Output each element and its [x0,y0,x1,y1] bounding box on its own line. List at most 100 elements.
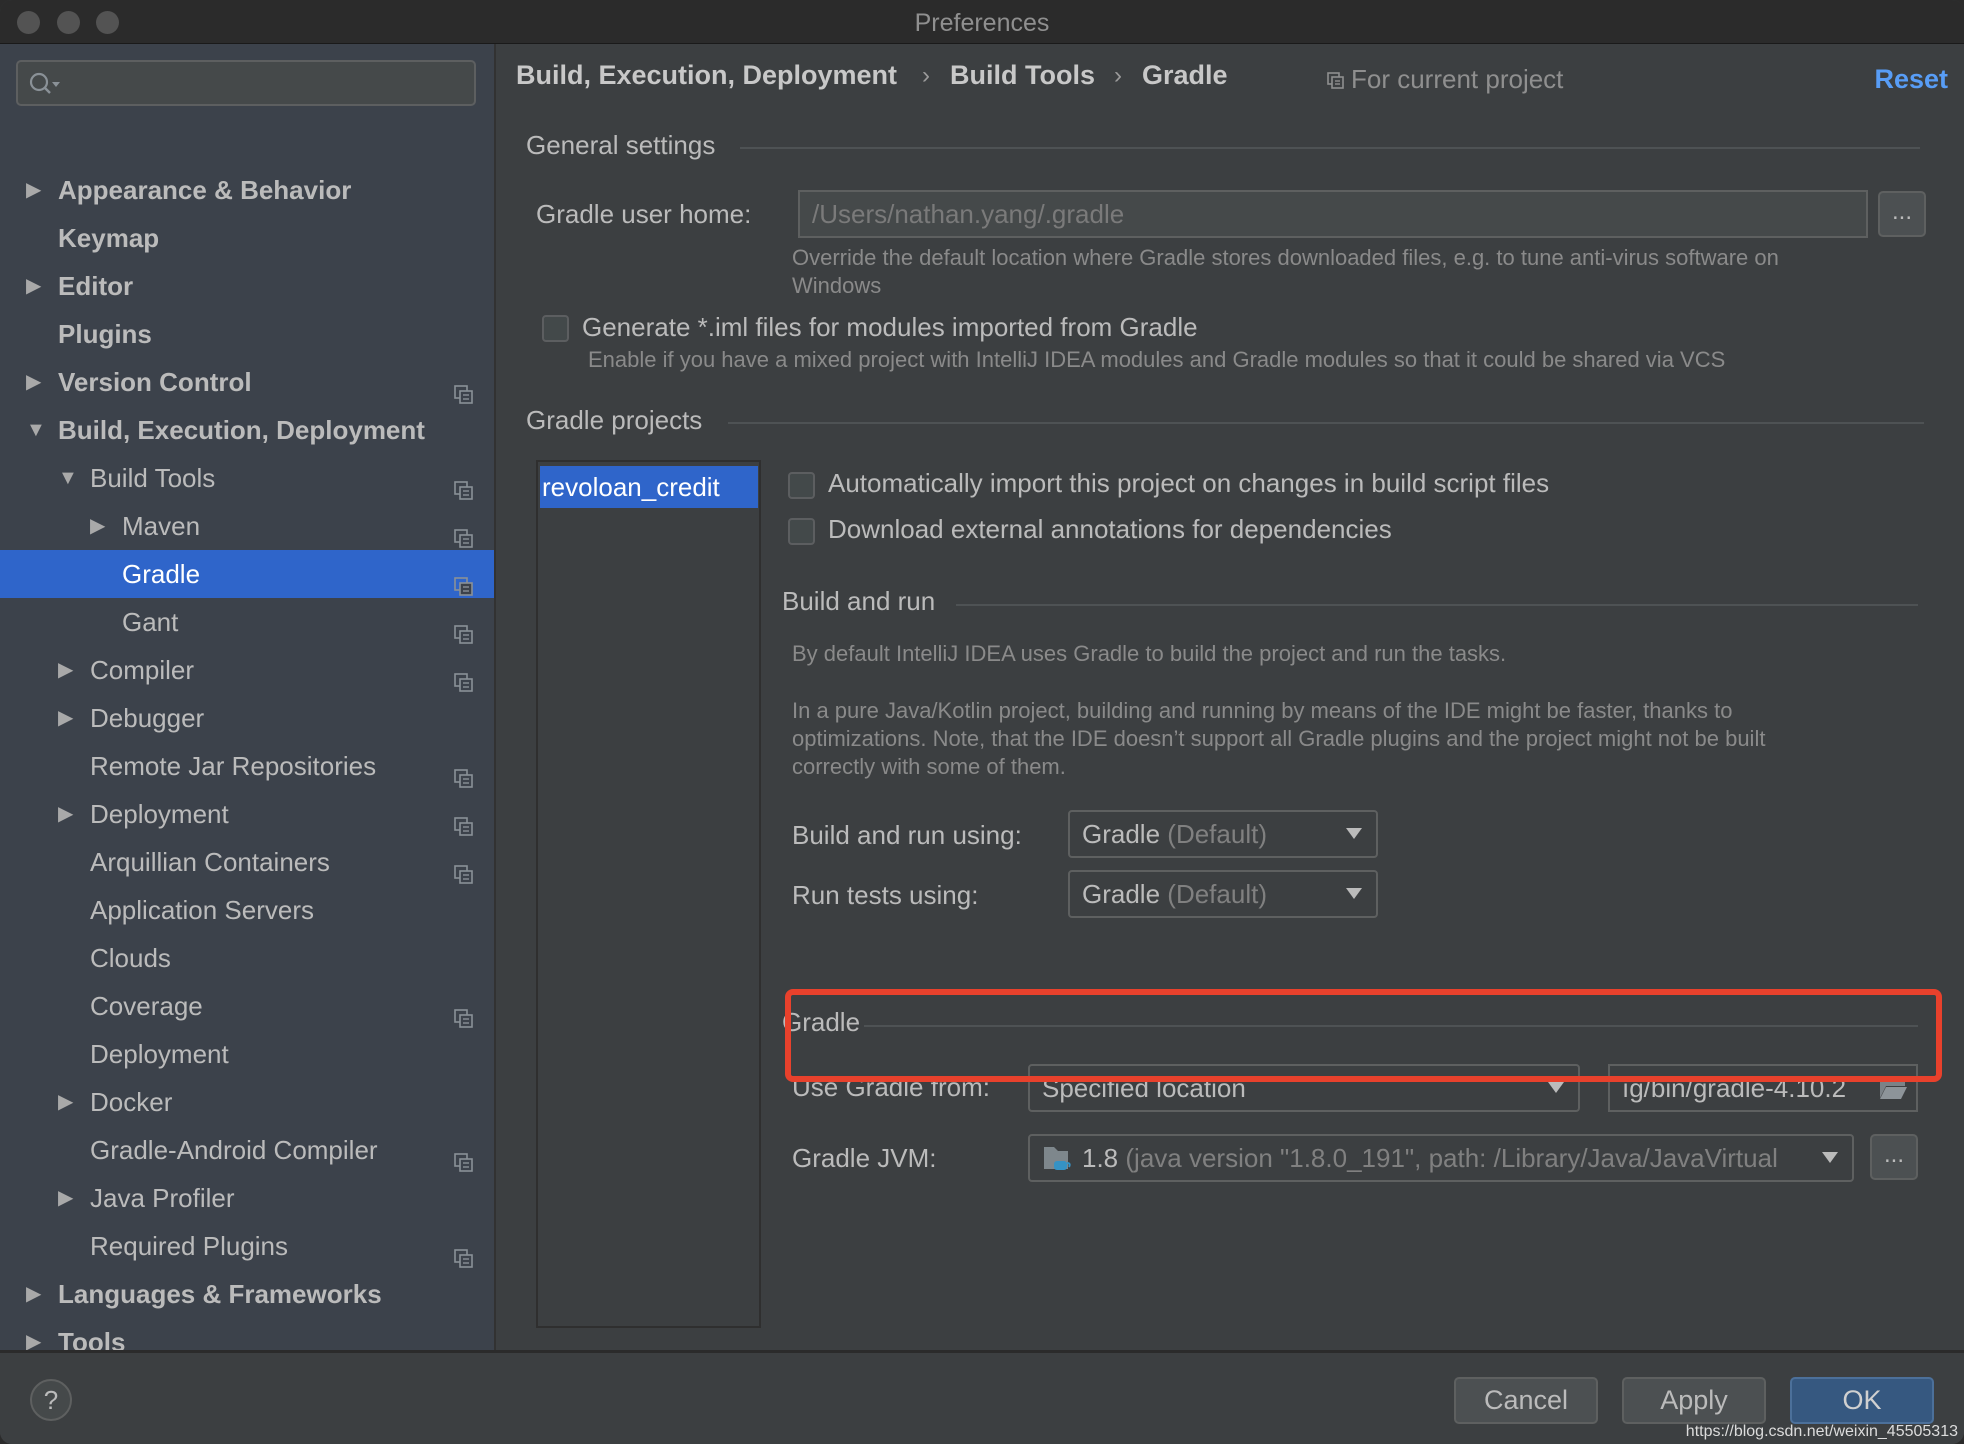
expand-arrow-right-icon[interactable]: ▶ [58,790,73,838]
expand-arrow-down-icon[interactable]: ▼ [58,454,78,502]
project-scope-icon [454,1236,474,1268]
search-input[interactable] [16,60,476,106]
sidebar-item-build-tools[interactable]: ▼ Build Tools [0,454,494,502]
sidebar-item-label: Clouds [90,943,171,973]
sidebar-item-keymap[interactable]: Keymap [0,214,494,262]
cancel-button[interactable]: Cancel [1454,1377,1598,1424]
breadcrumb-item[interactable]: Build, Execution, Deployment [516,60,897,91]
gradle-jvm-label: Gradle JVM: [792,1143,937,1173]
sidebar-item-gradle[interactable]: Gradle [0,550,494,598]
section-divider [728,422,1924,424]
expand-arrow-right-icon[interactable]: ▶ [58,646,73,694]
breadcrumb-item[interactable]: Build Tools [950,60,1095,91]
sidebar: ▶ Appearance & Behavior Keymap ▶ Editor Plugi… [0,44,496,1350]
chevron-down-icon [1346,888,1362,899]
sidebar-item-languages-frameworks[interactable]: ▶ Languages & Frameworks [0,1270,494,1318]
sidebar-item-label: Debugger [90,703,205,733]
download-annotations-label[interactable]: Download external annotations for depend… [828,514,1392,545]
preferences-window: Preferences ▶ Appearance & Behavior Keymap… [0,0,1964,1444]
sidebar-item-gant[interactable]: Gant [0,598,494,646]
help-button[interactable]: ? [30,1379,72,1421]
browse-user-home-button[interactable]: ... [1878,191,1926,237]
sidebar-item-gradle-android-compiler[interactable]: Gradle-Android Compiler [0,1126,494,1174]
expand-arrow-right-icon[interactable]: ▶ [26,1318,41,1350]
window-title: Preferences [914,9,1050,37]
apply-button[interactable]: Apply [1622,1377,1766,1424]
sidebar-item-plugins[interactable]: Plugins [0,310,494,358]
sidebar-item-label: Deployment [90,799,229,829]
expand-arrow-right-icon[interactable]: ▶ [26,358,41,406]
gradle-jvm-dropdown[interactable]: 1.8 (java version "1.8.0_191", path: /Li… [1028,1134,1854,1182]
scope-label: For current project [1351,64,1564,94]
expand-arrow-down-icon[interactable]: ▼ [26,406,46,454]
scope-indicator: For current project [1327,64,1563,95]
sidebar-item-arquillian-containers[interactable]: Arquillian Containers [0,838,494,886]
reset-link[interactable]: Reset [1874,64,1948,95]
gradle-user-home-input[interactable]: /Users/nathan.yang/.gradle [798,190,1868,238]
title-bar: Preferences [0,0,1964,44]
sidebar-item-required-plugins[interactable]: Required Plugins [0,1222,494,1270]
sidebar-item-version-control[interactable]: ▶ Version Control [0,358,494,406]
sidebar-item-tools[interactable]: ▶ Tools [0,1318,494,1350]
sidebar-item-deployment[interactable]: ▶ Deployment [0,790,494,838]
auto-import-checkbox[interactable] [788,472,815,499]
chevron-down-icon [1548,1082,1564,1093]
project-list-item-selected[interactable]: revoloan_credit [540,466,758,508]
settings-panel: Build, Execution, Deployment › Build Too… [496,44,1964,1350]
expand-arrow-right-icon[interactable]: ▶ [58,1174,73,1222]
gradle-projects-list: revoloan_credit [536,460,761,1328]
expand-arrow-right-icon[interactable]: ▶ [58,1078,73,1126]
sidebar-item-build-execution-deployment[interactable]: ▼ Build, Execution, Deployment [0,406,494,454]
section-build-and-run: Build and run [782,586,936,616]
sidebar-item-label: Compiler [90,655,195,685]
generate-iml-checkbox[interactable] [542,315,569,342]
search-icon [29,72,60,94]
download-annotations-checkbox[interactable] [788,518,815,545]
sidebar-item-maven[interactable]: ▶ Maven [0,502,494,550]
project-scope-icon [454,372,474,404]
sidebar-item-label: Gradle [122,559,201,589]
ok-button[interactable]: OK [1790,1377,1934,1424]
expand-arrow-right-icon[interactable]: ▶ [58,694,73,742]
sidebar-item-debugger[interactable]: ▶ Debugger [0,694,494,742]
section-gradle-projects: Gradle projects [526,405,703,435]
sidebar-item-docker[interactable]: ▶ Docker [0,1078,494,1126]
run-tests-using-dropdown[interactable]: Gradle (Default) [1068,870,1378,918]
sidebar-item-application-servers[interactable]: Application Servers [0,886,494,934]
expand-arrow-right-icon[interactable]: ▶ [90,502,105,550]
build-run-hint-2: In a pure Java/Kotlin project, building … [792,698,1733,723]
highlight-annotation [785,989,1942,1082]
breadcrumb-item-current: Gradle [1142,60,1228,90]
sidebar-item-coverage[interactable]: Coverage [0,982,494,1030]
gradle-jvm-value: 1.8 [1082,1143,1119,1173]
expand-arrow-right-icon[interactable]: ▶ [26,166,41,214]
sidebar-item-label: Gant [122,607,179,637]
sidebar-item-deployment[interactable]: Deployment [0,1030,494,1078]
browse-jvm-button[interactable]: ... [1870,1134,1918,1180]
project-scope-icon [454,756,474,788]
sidebar-item-compiler[interactable]: ▶ Compiler [0,646,494,694]
sidebar-item-label: Build, Execution, Deployment [58,415,425,445]
build-run-using-dropdown[interactable]: Gradle (Default) [1068,810,1378,858]
chevron-down-icon [1822,1152,1838,1163]
expand-arrow-right-icon[interactable]: ▶ [26,1270,41,1318]
chevron-down-icon [1346,828,1362,839]
expand-arrow-right-icon[interactable]: ▶ [26,262,41,310]
sidebar-item-label: Required Plugins [90,1231,289,1261]
sidebar-item-label: Arquillian Containers [90,847,330,877]
sidebar-item-editor[interactable]: ▶ Editor [0,262,494,310]
breadcrumb-separator: › [922,62,930,89]
project-scope-icon [454,1140,474,1172]
watermark-text: https://blog.csdn.net/weixin_45505313 [1685,1423,1958,1440]
sidebar-item-label: Gradle-Android Compiler [90,1135,378,1165]
sidebar-item-appearance-behavior[interactable]: ▶ Appearance & Behavior [0,166,494,214]
sidebar-item-clouds[interactable]: Clouds [0,934,494,982]
sidebar-item-remote-jar-repositories[interactable]: Remote Jar Repositories [0,742,494,790]
generate-iml-label[interactable]: Generate *.iml files for modules importe… [582,312,1198,343]
sidebar-item-label: Version Control [58,367,252,397]
build-run-hint-4: correctly with some of them. [792,754,1066,779]
sidebar-item-java-profiler[interactable]: ▶ Java Profiler [0,1174,494,1222]
auto-import-label[interactable]: Automatically import this project on cha… [828,468,1549,499]
gradle-jvm-detail: (java version "1.8.0_191", path: /Librar… [1125,1143,1778,1173]
project-scope-icon [454,852,474,884]
